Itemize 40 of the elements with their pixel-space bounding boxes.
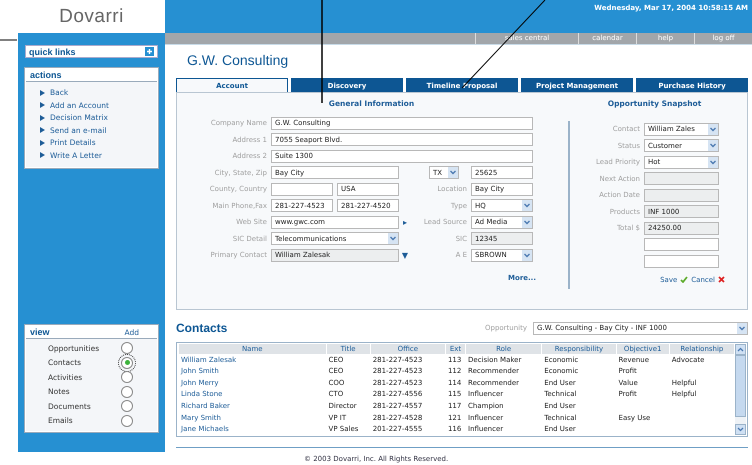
chevron-down-icon bbox=[737, 427, 744, 432]
chevron-down-icon bbox=[708, 156, 718, 168]
caret-right-icon bbox=[40, 114, 45, 120]
input-field[interactable] bbox=[644, 188, 719, 202]
caret-right-icon bbox=[40, 102, 45, 108]
quick-links-bar[interactable]: quick links bbox=[25, 45, 158, 58]
chevron-down-icon bbox=[522, 250, 532, 261]
page-title: G.W. Consulting bbox=[187, 52, 290, 68]
section-title: Contacts bbox=[176, 321, 228, 335]
cross-icon bbox=[718, 276, 725, 283]
radio-button[interactable] bbox=[121, 371, 133, 384]
panel-title: actions bbox=[30, 70, 62, 80]
input-field[interactable] bbox=[644, 172, 719, 186]
chevron-down-icon bbox=[737, 322, 747, 334]
chevron-down-icon bbox=[708, 124, 718, 135]
scrollbar[interactable] bbox=[735, 344, 746, 435]
radio-button[interactable] bbox=[121, 400, 133, 412]
checkmark-icon bbox=[680, 276, 688, 283]
radio-button[interactable] bbox=[121, 386, 133, 398]
input-field[interactable] bbox=[644, 254, 719, 268]
chevron-down-icon bbox=[448, 167, 458, 178]
plus-icon[interactable] bbox=[145, 47, 154, 56]
chevron-down-icon bbox=[522, 200, 532, 212]
caret-right-icon bbox=[40, 140, 45, 146]
chevron-down-icon bbox=[522, 216, 532, 228]
input-field[interactable] bbox=[271, 182, 333, 196]
caret-right-icon bbox=[40, 90, 45, 96]
panel-title: view bbox=[30, 327, 50, 337]
arrow-button[interactable]: ▸ bbox=[402, 218, 407, 227]
chevron-down-icon bbox=[708, 140, 718, 152]
radio-button[interactable] bbox=[121, 342, 133, 354]
caret-right-icon bbox=[40, 127, 45, 133]
caret-right-icon bbox=[40, 152, 45, 158]
logo: Dovarri bbox=[58, 4, 125, 28]
radio-button[interactable] bbox=[121, 414, 133, 427]
chevron-down-icon bbox=[388, 233, 398, 244]
arrow-button[interactable]: ▼ bbox=[402, 250, 408, 260]
radio-button[interactable] bbox=[121, 356, 133, 369]
chevron-up-icon bbox=[737, 347, 744, 352]
input-field[interactable] bbox=[644, 238, 719, 252]
